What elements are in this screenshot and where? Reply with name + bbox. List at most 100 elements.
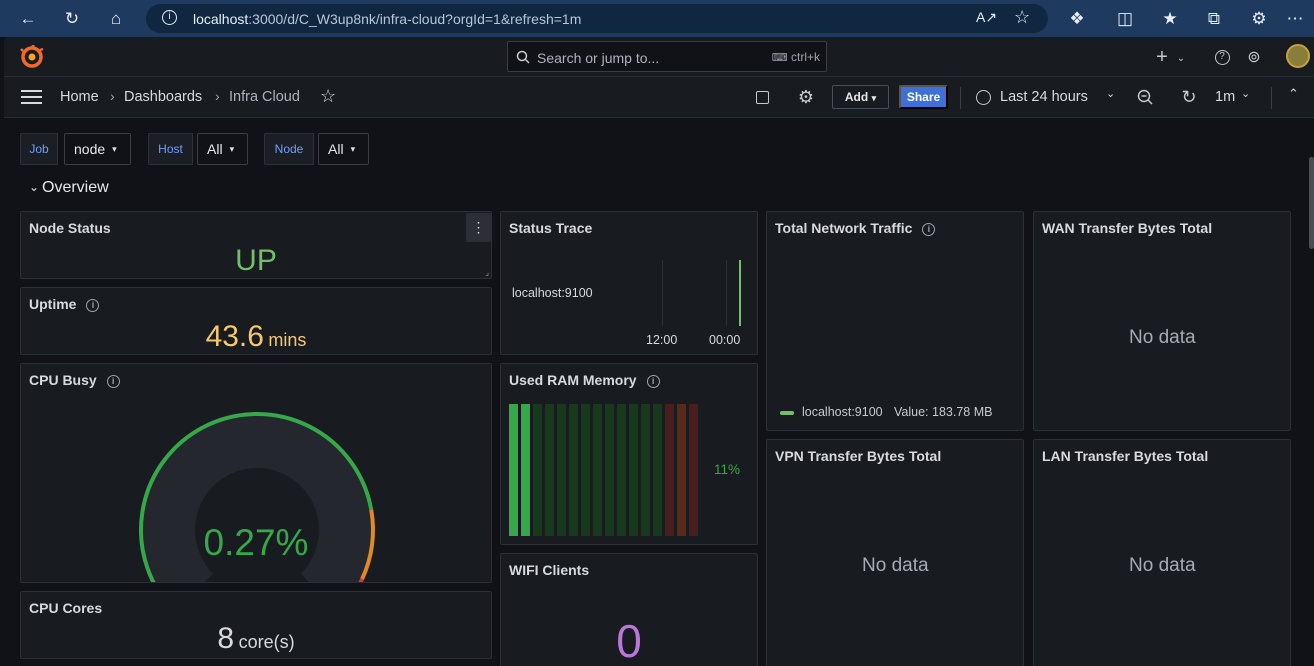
- ram-value: 11%: [714, 462, 741, 477]
- variable-label-node: Node: [264, 133, 314, 165]
- ram-segment: [533, 404, 542, 536]
- panel-used-ram: Used RAM Memory i 11%: [500, 363, 758, 545]
- no-data-text: No data: [1129, 555, 1196, 576]
- variable-value: All: [207, 141, 223, 157]
- collections-icon[interactable]: ⧉: [1203, 8, 1225, 30]
- cpu-cores-unit: core(s): [238, 632, 295, 652]
- panel-node-status: Node Status ⋮ UP ⌟: [20, 211, 492, 279]
- panel-title: WAN Transfer Bytes Total: [1042, 220, 1213, 236]
- ram-segment: [593, 404, 602, 536]
- breadcrumb-current: Infra Cloud: [229, 89, 300, 105]
- uptime-value: 43.6: [205, 320, 264, 353]
- ram-segment: [641, 404, 650, 536]
- breadcrumb-home[interactable]: Home: [60, 89, 99, 105]
- ram-segment: [605, 404, 614, 536]
- chevron-down-icon: ▾: [871, 93, 877, 103]
- ram-segment: [569, 404, 578, 536]
- news-rss-icon[interactable]: ⊚: [1243, 46, 1265, 68]
- share-button[interactable]: Share: [899, 85, 948, 109]
- refresh-interval-picker[interactable]: 1m: [1215, 89, 1235, 105]
- home-icon[interactable]: ⌂: [105, 8, 127, 30]
- url-path: :3000/d/C_W3up8nk/infra-cloud?orgId=1&re…: [248, 11, 582, 27]
- grafana-logo-icon[interactable]: [20, 45, 44, 69]
- variable-select-job[interactable]: node ▾: [64, 133, 131, 165]
- keyboard-shortcut: ⌨ ctrl+k: [772, 50, 820, 64]
- panel-title-wrapper: Used RAM Memory i: [509, 372, 660, 388]
- settings-gear-icon[interactable]: ⚙: [795, 86, 817, 108]
- save-dashboard-icon[interactable]: [751, 86, 773, 108]
- ram-segment: [557, 404, 566, 536]
- star-favorite-icon[interactable]: ☆: [320, 86, 336, 107]
- refresh-icon[interactable]: ↻: [1178, 86, 1200, 108]
- address-bar[interactable]: i localhost:3000/d/C_W3up8nk/infra-cloud…: [146, 4, 1048, 33]
- extensions-icon[interactable]: ❖: [1066, 8, 1088, 30]
- panel-lan-transfer: LAN Transfer Bytes Total No data: [1033, 439, 1291, 666]
- add-button[interactable]: Add ▾: [832, 85, 889, 109]
- reload-icon[interactable]: ↻: [61, 8, 83, 30]
- avatar[interactable]: [1286, 44, 1310, 68]
- help-icon[interactable]: ?: [1211, 46, 1233, 68]
- legend-value: Value: 183.78 MB: [894, 405, 993, 419]
- ram-segment: [629, 404, 638, 536]
- panel-title: CPU Cores: [29, 600, 103, 616]
- panel-title: VPN Transfer Bytes Total: [775, 448, 942, 464]
- chevron-up-icon[interactable]: ⌃: [1288, 86, 1299, 102]
- legend-series[interactable]: localhost:9100: [802, 405, 883, 419]
- read-aloud-icon[interactable]: A↗: [976, 9, 997, 26]
- panel-menu-icon[interactable]: ⋮: [466, 213, 491, 242]
- variable-select-node[interactable]: All ▾: [318, 133, 369, 165]
- chevron-down-icon[interactable]: ⌄: [1241, 87, 1250, 100]
- search-icon: [516, 50, 530, 64]
- chevron-down-icon[interactable]: ⌄: [1170, 47, 1192, 69]
- row-title[interactable]: Overview: [42, 179, 109, 197]
- favorites-icon[interactable]: ★: [1159, 8, 1181, 30]
- split-screen-icon[interactable]: ◫: [1114, 8, 1136, 30]
- menu-icon[interactable]: [21, 89, 42, 105]
- no-data-text: No data: [1129, 327, 1196, 348]
- ram-bar-gauge: [509, 404, 699, 536]
- cpu-cores-value: 8: [217, 622, 235, 655]
- panel-title: Total Network Traffic: [775, 220, 913, 236]
- panel-total-network: Total Network Traffic i localhost:9100 Va…: [766, 211, 1024, 431]
- favorite-star-icon[interactable]: ☆: [1014, 7, 1030, 28]
- breadcrumb-dashboards[interactable]: Dashboards: [124, 89, 202, 105]
- panel-title: Uptime: [29, 296, 77, 312]
- add-label: Add: [844, 90, 869, 104]
- resize-handle-icon[interactable]: ⌟: [485, 268, 489, 277]
- panel-title-wrapper: Uptime i: [29, 296, 100, 312]
- shortcut-label: ctrl+k: [790, 50, 820, 64]
- info-icon[interactable]: i: [646, 375, 660, 388]
- back-icon[interactable]: ←: [17, 8, 39, 30]
- variable-label-host: Host: [148, 133, 193, 165]
- chevron-down-icon[interactable]: ⌄: [1106, 87, 1115, 100]
- ram-segment: [689, 404, 698, 536]
- site-info-icon[interactable]: i: [162, 10, 177, 25]
- variable-value: node: [74, 141, 106, 157]
- collapse-row-icon[interactable]: ⌄: [29, 180, 39, 194]
- grafana-app: Search or jump to... ⌨ ctrl+k + ⌄ ? ⊚ Ho…: [4, 37, 1314, 666]
- info-icon[interactable]: i: [86, 299, 100, 312]
- time-range-picker[interactable]: Last 24 hours: [1000, 89, 1088, 105]
- copilot-icon[interactable]: ⚙: [1248, 8, 1270, 30]
- ram-segment: [521, 404, 530, 536]
- variable-select-host[interactable]: All ▾: [197, 133, 248, 165]
- ram-segment: [509, 404, 518, 536]
- url-host: localhost: [193, 11, 249, 27]
- search-input[interactable]: Search or jump to... ⌨ ctrl+k: [507, 41, 827, 72]
- panel-title: LAN Transfer Bytes Total: [1042, 448, 1209, 464]
- gridline: [726, 260, 727, 326]
- scrollbar[interactable]: [1309, 157, 1314, 249]
- chevron-down-icon: ▾: [350, 143, 356, 154]
- panel-status-trace: Status Trace localhost:9100 12:00 00:00: [500, 211, 758, 355]
- status-bar: [739, 260, 741, 326]
- ram-segment: [677, 404, 686, 536]
- browser-toolbar: ← ↻ ⌂ i localhost:3000/d/C_W3up8nk/infra…: [0, 0, 1314, 37]
- legend-color-icon: [780, 411, 794, 415]
- url-text: localhost:3000/d/C_W3up8nk/infra-cloud?o…: [193, 11, 581, 27]
- clock-icon[interactable]: [972, 86, 994, 108]
- info-icon[interactable]: i: [922, 223, 936, 236]
- zoom-out-icon[interactable]: [1134, 86, 1156, 108]
- ram-segment: [665, 404, 674, 536]
- more-icon[interactable]: ⋯: [1284, 8, 1306, 30]
- no-data-text: No data: [862, 555, 929, 576]
